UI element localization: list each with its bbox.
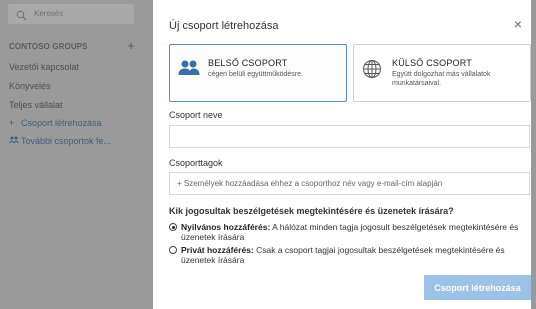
sidebar-item-vezetoi-kapcsolat[interactable]: Vezetői kapcsolat [9, 62, 79, 72]
groups-icon [9, 136, 21, 146]
sidebar-item-label: Teljes vállalat [9, 100, 63, 110]
globe-icon [362, 59, 382, 84]
public-access-text: Nyilvános hozzáférés: A hálózat minden t… [181, 222, 521, 242]
plus-icon: + [9, 118, 15, 128]
private-access-text: Privát hozzáférés: Csak a csoport tagjai… [181, 245, 521, 265]
external-group-desc: Együtt dolgozhat más vállalatok munkatár… [392, 71, 491, 87]
sidebar-item-label: Könyvelés [9, 81, 51, 91]
sidebar-item-label: További csoportok fe... [21, 136, 112, 146]
public-access-title: Nyilvános hozzáférés: [181, 222, 271, 232]
access-question: Kik jogosultak beszélgetések megtekintés… [169, 206, 454, 216]
sidebar-item-label: Csoport létrehozása [21, 118, 102, 128]
groups-header: CONTOSO GROUPS + [9, 38, 139, 53]
overlay-edge [531, 0, 536, 309]
search-input[interactable]: Keresés [8, 4, 134, 24]
members-label: Csoporttagok [169, 158, 223, 168]
group-name-input[interactable] [169, 125, 530, 148]
members-input[interactable]: + Személyek hozzáadása ehhez a csoportho… [169, 172, 530, 195]
search-icon [16, 8, 27, 26]
private-access-title: Privát hozzáférés: [181, 245, 254, 255]
public-access-radio[interactable] [169, 223, 177, 231]
search-placeholder: Keresés [34, 9, 64, 18]
sidebar: Keresés CONTOSO GROUPS + Vezetői kapcsol… [0, 0, 153, 309]
sidebar-item-label: Vezetői kapcsolat [9, 62, 80, 72]
members-placeholder: + Személyek hozzáadása ehhez a csoportho… [177, 179, 443, 188]
sidebar-item-more-groups[interactable]: További csoportok fe... [9, 136, 111, 146]
create-group-dialog: Új csoport létrehozása × BELSŐ CSOPORT c… [156, 8, 531, 309]
sidebar-item-create-group[interactable]: + Csoport létrehozása [9, 118, 102, 128]
add-group-icon[interactable]: + [127, 38, 135, 53]
external-group-option[interactable]: KÜLSŐ CSOPORT Együtt dolgozhat más válla… [353, 44, 531, 102]
close-icon[interactable]: × [514, 17, 522, 31]
sidebar-item-teljes-vallalat[interactable]: Teljes vállalat [9, 100, 63, 110]
internal-group-title: BELSŐ CSOPORT [208, 58, 288, 68]
groups-header-label: CONTOSO GROUPS [9, 42, 88, 51]
create-group-button[interactable]: Csoport létrehozása [424, 275, 531, 300]
sidebar-item-konyveles[interactable]: Könyvelés [9, 81, 51, 91]
private-access-radio[interactable] [169, 246, 177, 254]
dialog-title: Új csoport létrehozása [169, 20, 279, 32]
people-icon [178, 59, 200, 82]
internal-group-option[interactable]: BELSŐ CSOPORT cégen belüli együttműködés… [169, 44, 347, 102]
group-name-label: Csoport neve [169, 110, 223, 120]
external-group-title: KÜLSŐ CSOPORT [392, 58, 472, 68]
internal-group-desc: cégen belüli együttműködésre. [208, 71, 303, 78]
